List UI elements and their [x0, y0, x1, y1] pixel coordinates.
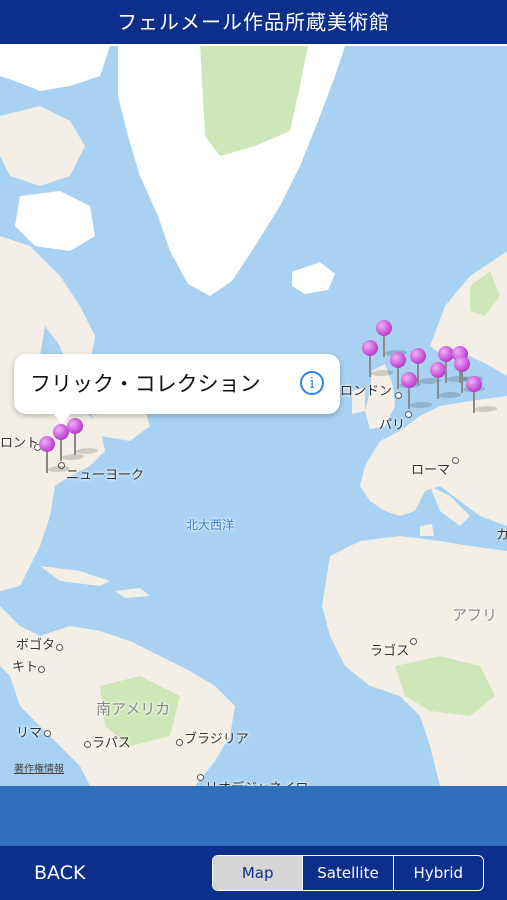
label-lima: リマ	[16, 726, 43, 741]
map-type-segmented-control: Map Satellite Hybrid	[212, 855, 484, 891]
label-south-america: 南アメリカ	[96, 700, 171, 718]
bottom-band	[0, 786, 507, 846]
city-dot-lima	[44, 730, 51, 737]
callout-title: フリック・コレクション	[30, 372, 261, 396]
map-view[interactable]: ロント ニューヨーク ロンドン パリ ローマ 北大西洋 ボゴタ キト リマ ラパ…	[0, 46, 507, 786]
label-brasilia: ブラジリア	[184, 732, 249, 747]
label-la-paz: ラパス	[92, 736, 131, 751]
label-atlantic: 北大西洋	[186, 518, 235, 532]
map-type-hybrid[interactable]: Hybrid	[392, 856, 483, 890]
callout-tail	[52, 412, 72, 424]
label-bogota: ボゴタ	[16, 638, 56, 653]
label-lagos: ラゴス	[370, 644, 410, 659]
label-paris: パリ	[379, 418, 406, 433]
map-type-map[interactable]: Map	[213, 856, 303, 890]
city-dot-paris	[405, 411, 412, 418]
museum-pin[interactable]	[361, 340, 395, 378]
city-dot-rio	[197, 774, 204, 781]
city-dot-quito	[38, 666, 45, 673]
info-icon[interactable]: i	[300, 371, 324, 395]
city-dot-rome	[452, 457, 459, 464]
city-dot-brasilia	[176, 739, 183, 746]
label-cairo-edge: カ	[496, 528, 507, 543]
map-base	[0, 46, 507, 786]
city-dot-lagos	[410, 638, 417, 645]
label-quito: キト	[12, 660, 39, 675]
label-rio: リオデジャネイロ	[205, 777, 308, 786]
label-new-york: ニューヨーク	[66, 468, 145, 483]
map-type-satellite[interactable]: Satellite	[302, 856, 392, 890]
bottom-toolbar: BACK Map Satellite Hybrid	[0, 846, 507, 900]
title-bar: フェルメール作品所蔵美術館	[0, 0, 507, 46]
city-dot-bogota	[56, 644, 63, 651]
city-dot-la-paz	[84, 741, 91, 748]
museum-pin[interactable]	[465, 376, 499, 414]
app-title: フェルメール作品所蔵美術館	[117, 10, 390, 34]
legal-link[interactable]: 著作権情報	[14, 760, 64, 775]
label-rome: ローマ	[411, 463, 451, 478]
back-button[interactable]: BACK	[34, 846, 85, 900]
map-callout[interactable]: フリック・コレクション i	[14, 354, 340, 424]
label-london: ロンドン	[340, 384, 393, 399]
museum-pin[interactable]	[400, 372, 434, 410]
label-africa: アフリ	[452, 606, 498, 624]
